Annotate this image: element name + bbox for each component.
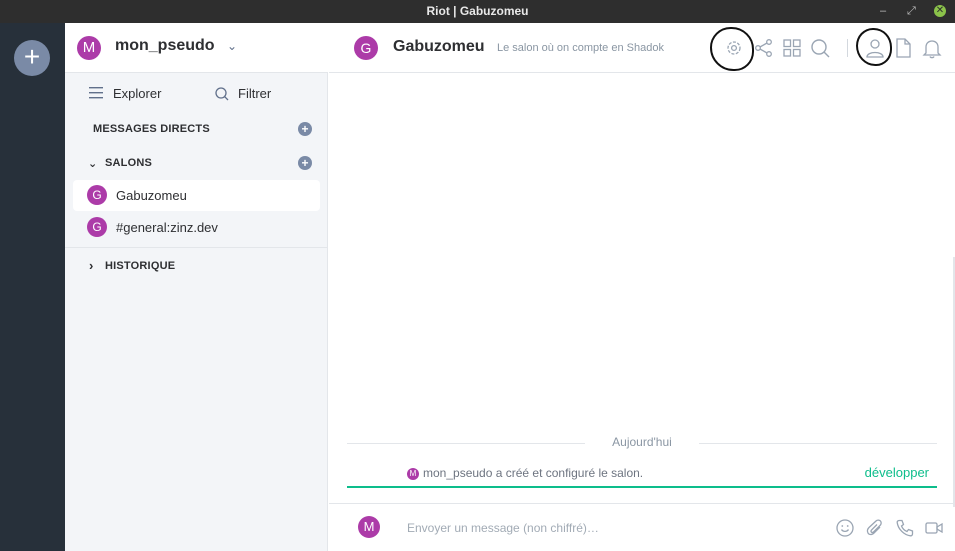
room-item-general[interactable]: G #general:zinz.dev [73,212,320,243]
annotation-circle [856,28,892,66]
avatar: M [77,36,101,60]
chevron-right-icon[interactable]: › [89,258,94,273]
attachment-icon[interactable] [865,518,885,538]
add-direct-message-button[interactable]: + [298,122,312,136]
date-label: Aujourd'hui [609,435,675,449]
share-icon[interactable] [753,37,775,59]
divider [65,247,328,248]
date-separator: Aujourd'hui [347,435,937,449]
filter-input[interactable]: Filtrer [238,86,271,101]
minimize-button[interactable]: – [880,0,886,23]
room-name: #general:zinz.dev [116,220,218,235]
search-icon[interactable] [215,87,229,101]
room-header: G Gabuzomeu Le salon où on compte en Sha… [329,23,955,73]
avatar: M [407,468,419,480]
divider [699,443,937,444]
room-creation-event: M mon_pseudo a créé et configuré le salo… [347,463,937,488]
emoji-icon[interactable] [835,518,855,538]
add-room-button[interactable]: + [298,156,312,170]
window-title: Riot | Gabuzomeu [426,4,529,18]
avatar: G [87,217,107,237]
divider [347,443,585,444]
room-title[interactable]: Gabuzomeu [393,38,485,56]
window-titlebar: Riot | Gabuzomeu [0,0,955,23]
menu-icon[interactable] [89,87,103,99]
voice-call-icon[interactable] [895,518,915,538]
close-button[interactable]: ✕ [934,5,946,17]
restore-button[interactable]: ⤢ [907,0,916,23]
community-sidebar: + [0,23,65,551]
create-community-button[interactable]: + [14,40,50,76]
apps-icon[interactable] [781,37,803,59]
section-history[interactable]: HISTORIQUE [105,260,175,272]
expand-link[interactable]: développer [865,465,929,480]
message-input[interactable]: Envoyer un message (non chiffré)… [407,521,599,535]
room-item-gabuzomeu[interactable]: G Gabuzomeu [73,180,320,211]
notifications-icon[interactable] [921,37,943,59]
files-icon[interactable] [892,37,914,59]
search-icon[interactable] [809,37,831,59]
user-name: mon_pseudo [115,37,215,54]
room-view: G Gabuzomeu Le salon où on compte en Sha… [329,23,955,551]
message-composer: M Envoyer un message (non chiffré)… [329,503,955,551]
avatar: G [87,185,107,205]
video-call-icon[interactable] [924,518,944,538]
room-name: Gabuzomeu [116,188,187,203]
annotation-circle [710,27,754,71]
section-rooms[interactable]: SALONS [105,157,152,169]
avatar: M [358,516,380,538]
user-menu[interactable]: M mon_pseudo ⌄ [65,23,328,73]
chevron-down-icon: ⌄ [227,39,238,53]
divider [847,39,848,57]
room-list-panel: M mon_pseudo ⌄ Explorer Filtrer MESSAGES… [65,23,328,551]
avatar[interactable]: G [354,36,378,60]
explore-button[interactable]: Explorer [113,86,161,101]
chevron-down-icon[interactable]: ⌄ [88,157,97,170]
event-summary: mon_pseudo a créé et configuré le salon. [423,466,644,480]
room-topic: Le salon où on compte en Shadok [497,42,664,54]
section-direct-messages[interactable]: MESSAGES DIRECTS [93,123,210,135]
